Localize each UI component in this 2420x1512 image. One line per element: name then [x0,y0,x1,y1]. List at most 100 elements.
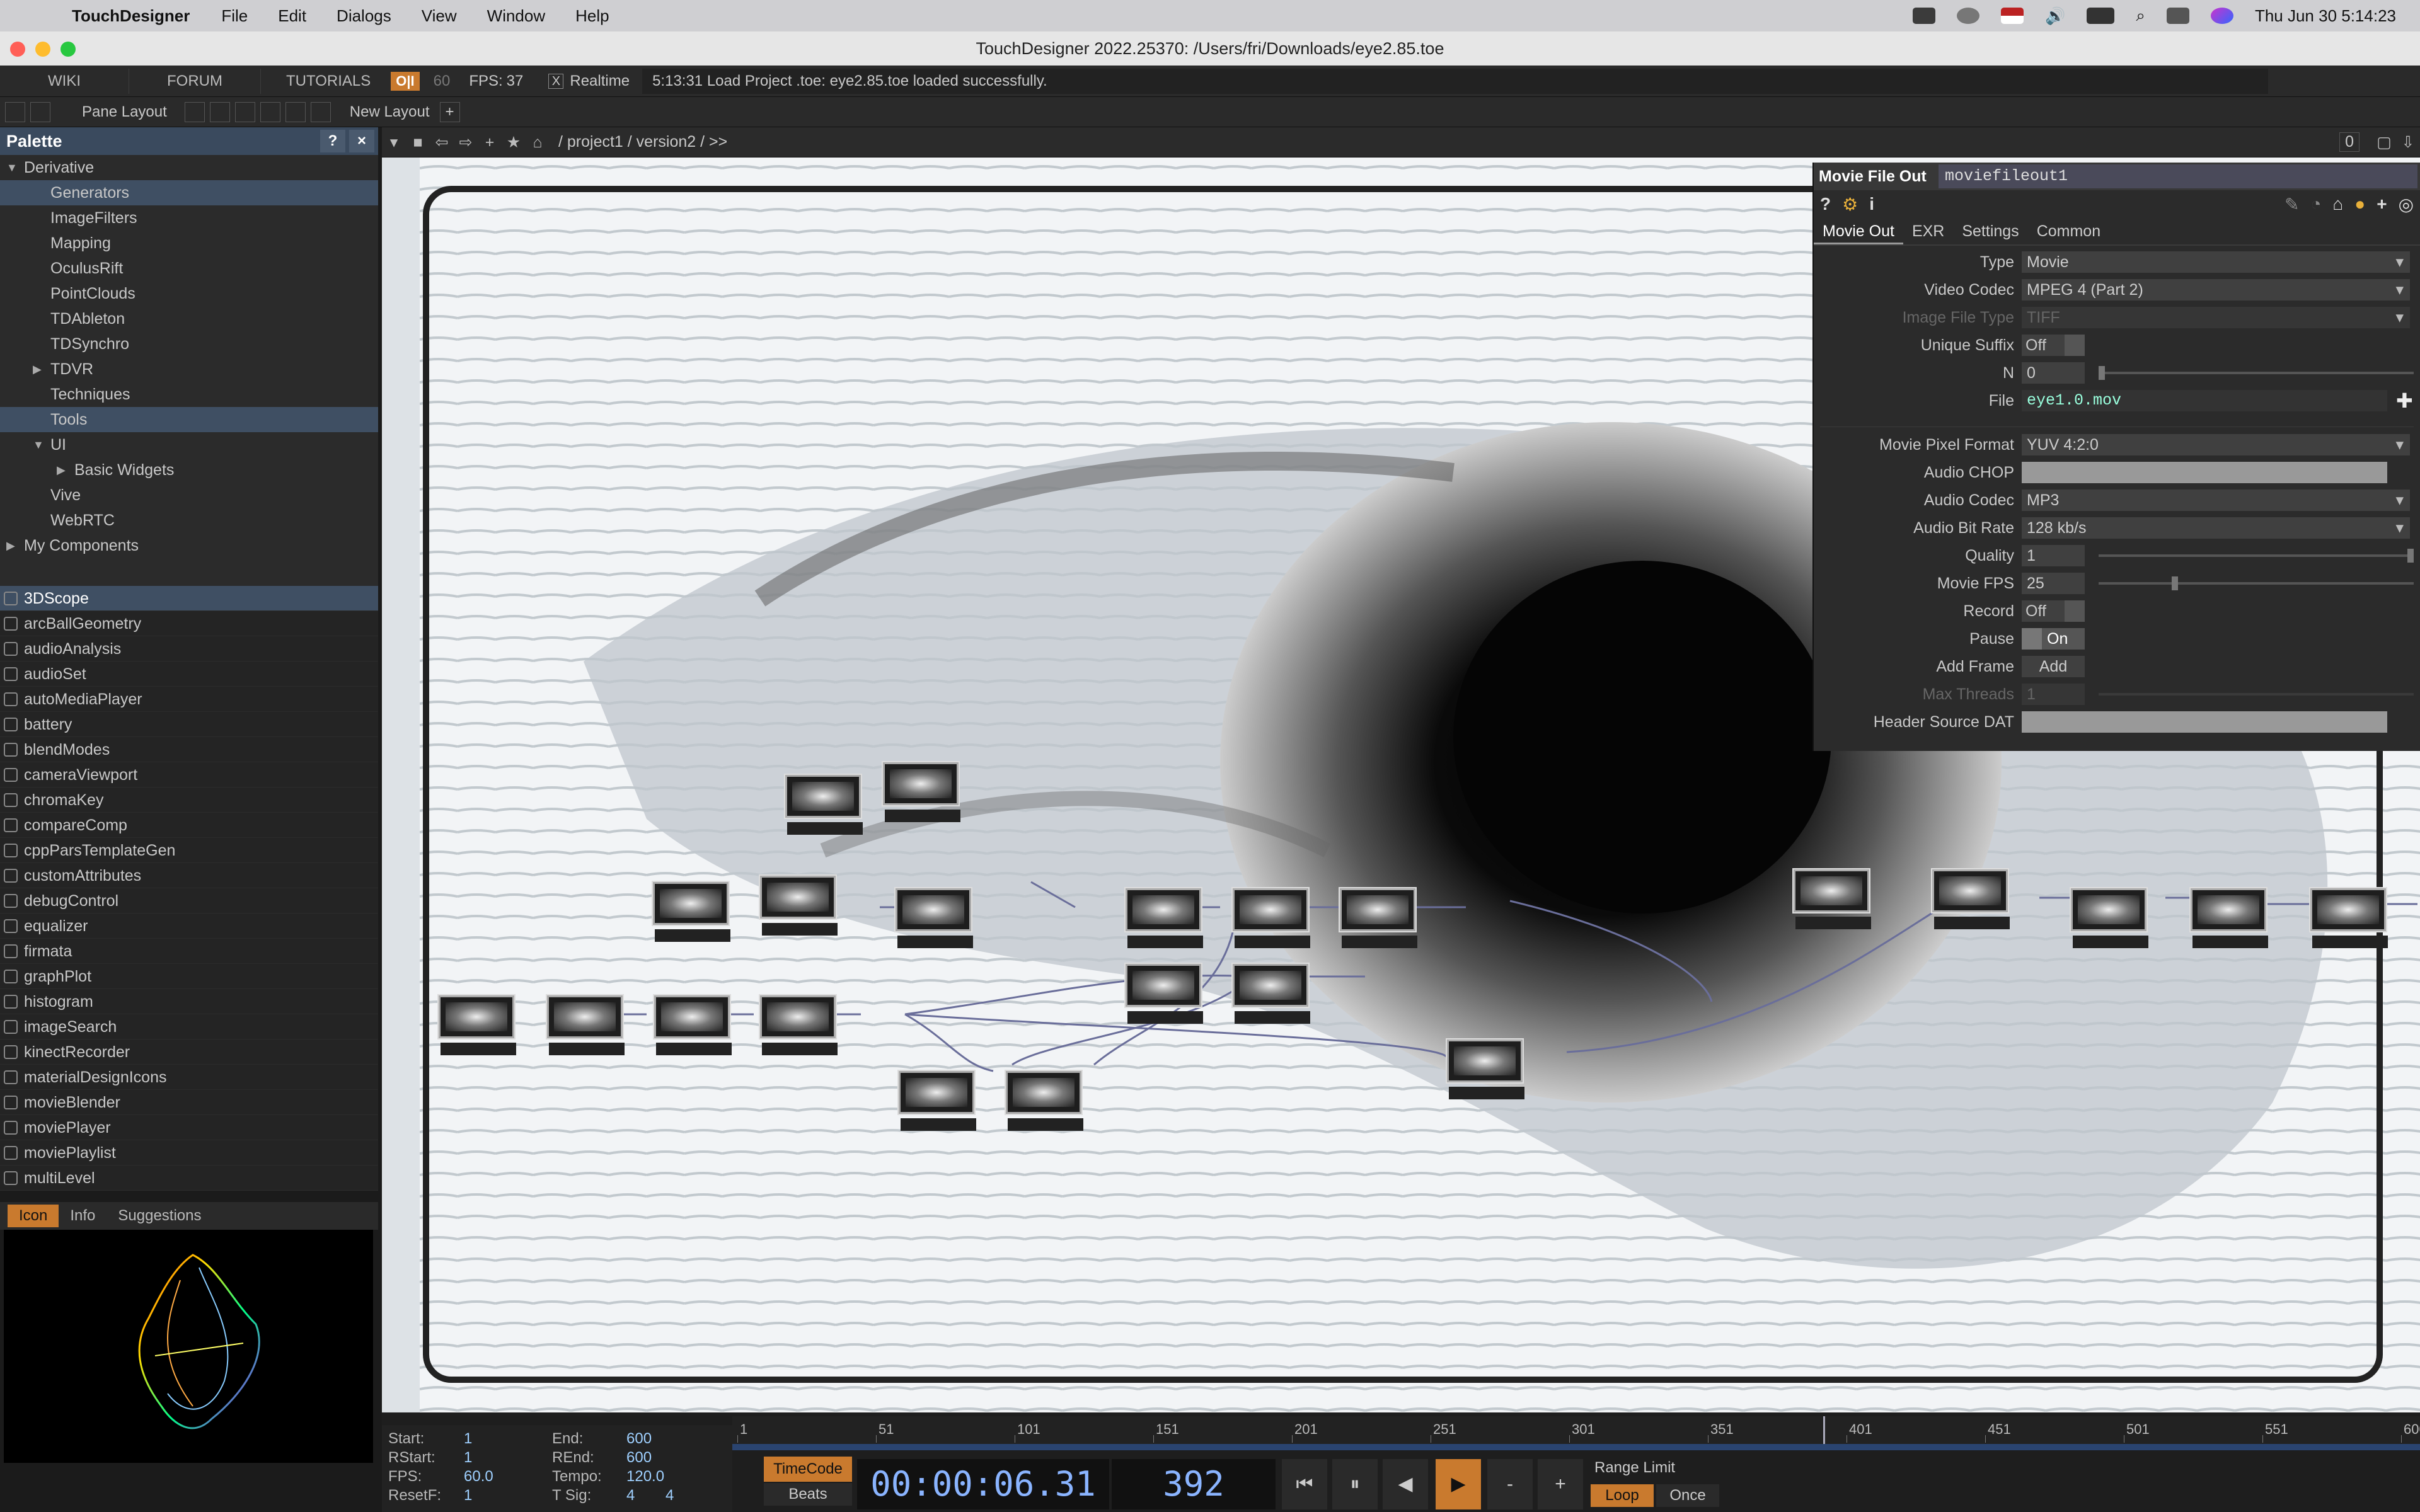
operator-node[interactable] [1233,888,1310,948]
add-param-icon[interactable]: + [2377,194,2387,215]
quality-slider[interactable] [2099,554,2414,557]
playhead[interactable] [1823,1416,1826,1444]
operator-node[interactable] [896,888,973,948]
back-icon[interactable]: ⇦ [430,130,454,154]
palette-tree-item[interactable]: Mapping [0,231,378,256]
component-item[interactable]: moviePlaylist [0,1140,378,1166]
timecode-display[interactable]: 00:00:06.31 [857,1459,1109,1509]
component-item[interactable]: cameraViewport [0,762,378,788]
palette-tree-item[interactable]: Tools [0,407,378,432]
palette-tree-item[interactable]: ▶ My Components [0,533,378,558]
audio-codec-menu[interactable]: MP3 [2022,490,2410,511]
expand-icon[interactable]: ▶ [33,357,42,382]
volume-icon[interactable]: 🔊 [2045,6,2065,26]
quality-field[interactable]: 1 [2022,545,2085,566]
operator-node[interactable] [1794,869,1871,929]
close-window-icon[interactable] [10,42,25,57]
audio-chop-field[interactable] [2022,462,2387,483]
operator-node[interactable] [547,995,625,1055]
tab-movie-out[interactable]: Movie Out [1814,218,1903,244]
edit-icon[interactable]: ✎ [2285,194,2299,215]
max-threads-slider[interactable] [2099,693,2414,696]
component-item[interactable]: firmata [0,939,378,964]
reset-frame[interactable]: 1 [464,1487,472,1504]
component-item[interactable]: imageSearch [0,1014,378,1040]
range-start[interactable]: 1 [464,1449,472,1467]
operator-node[interactable] [883,762,960,822]
header-source-field[interactable] [2022,711,2387,733]
operator-node[interactable] [2310,888,2388,948]
component-item[interactable]: multiLevel [0,1166,378,1191]
layout-1-icon[interactable] [184,101,205,122]
collapse-icon[interactable]: ▼ [6,155,18,180]
component-item[interactable]: autoMediaPlayer [0,687,378,712]
operator-node[interactable] [1447,1040,1524,1099]
record-toggle[interactable]: Off [2022,600,2085,622]
menu-file[interactable]: File [221,6,248,26]
palette-tree-item[interactable]: Vive [0,483,378,508]
pin-icon[interactable]: ⇩ [2396,130,2420,154]
movie-fps-slider[interactable] [2099,582,2414,585]
forum-button[interactable]: FORUM [129,68,261,94]
tab-settings[interactable]: Settings [1953,218,2027,244]
control-center-icon[interactable] [2166,8,2189,24]
expand-icon[interactable]: ▶ [6,533,15,558]
play-button[interactable]: ▶ [1436,1459,1481,1509]
movie-fps-slider-thumb[interactable] [2172,576,2178,590]
palette-tree-item[interactable]: TDSynchro [0,331,378,357]
audio-bitrate-menu[interactable]: 128 kb/s [2022,517,2410,539]
layout-4-icon[interactable] [260,101,280,122]
operator-node[interactable] [760,995,838,1055]
wiki-button[interactable]: WIKI [0,68,129,94]
operator-node[interactable] [1126,964,1203,1024]
comment-icon[interactable]: ◔ [2310,194,2321,215]
flag-icon[interactable] [2001,8,2024,24]
operator-node[interactable] [899,1071,976,1131]
n-slider-thumb[interactable] [2099,366,2105,380]
video-codec-menu[interactable]: MPEG 4 (Part 2) [2022,279,2410,301]
menu-dialogs[interactable]: Dialogs [337,6,391,26]
add-frame-button[interactable]: Add [2022,656,2085,677]
palette-tree-item[interactable]: ▼ UI [0,432,378,457]
python-help-icon[interactable]: ⚙ [1842,194,1858,215]
menu-window[interactable]: Window [487,6,545,26]
operator-node[interactable] [1932,869,2010,929]
operator-node[interactable] [439,995,516,1055]
battery-icon[interactable] [2087,8,2115,24]
menu-edit[interactable]: Edit [278,6,306,26]
menu-dropdown-icon[interactable]: ▾ [382,130,406,154]
component-item[interactable]: equalizer [0,914,378,939]
tempo[interactable]: 120.0 [626,1468,664,1486]
tray-cc-icon[interactable] [1957,8,1979,24]
component-item[interactable]: audioSet [0,662,378,687]
menubar-clock[interactable]: Thu Jun 30 5:14:23 [2255,6,2396,26]
stop-icon[interactable]: ■ [406,130,430,154]
start-frame[interactable]: 1 [464,1430,472,1448]
step-back-button[interactable]: - [1487,1459,1533,1509]
tab-exr[interactable]: EXR [1903,218,1953,244]
minimize-window-icon[interactable] [35,42,50,57]
component-item[interactable]: moviePlayer [0,1115,378,1140]
perform-mode-toggle[interactable]: O|I [391,71,420,91]
palette-tree-item[interactable]: OculusRift [0,256,378,281]
loop-button[interactable]: Loop [1591,1484,1654,1507]
step-forward-button[interactable]: + [1538,1459,1583,1509]
frame-display[interactable]: 392 [1112,1459,1276,1509]
forward-icon[interactable]: ⇨ [454,130,478,154]
layout-2-icon[interactable] [209,101,230,122]
operator-node[interactable] [653,882,730,942]
quality-slider-thumb[interactable] [2407,549,2414,563]
home-icon[interactable]: ⌂ [526,130,550,154]
pane-icon[interactable] [5,101,25,122]
palette-tree-item[interactable]: PointClouds [0,281,378,306]
tab-common[interactable]: Common [2028,218,2109,244]
n-slider[interactable] [2099,372,2414,374]
time-sig-b[interactable]: 4 [666,1487,674,1504]
component-item[interactable]: cppParsTemplateGen [0,838,378,863]
component-item[interactable]: debugControl [0,888,378,914]
spotlight-icon[interactable]: ⌕ [2136,6,2145,26]
component-item[interactable]: arcBallGeometry [0,611,378,636]
tab-suggestions[interactable]: Suggestions [107,1205,212,1227]
pause-button[interactable]: ⏸ [1332,1459,1378,1509]
component-item[interactable]: graphPlot [0,964,378,989]
